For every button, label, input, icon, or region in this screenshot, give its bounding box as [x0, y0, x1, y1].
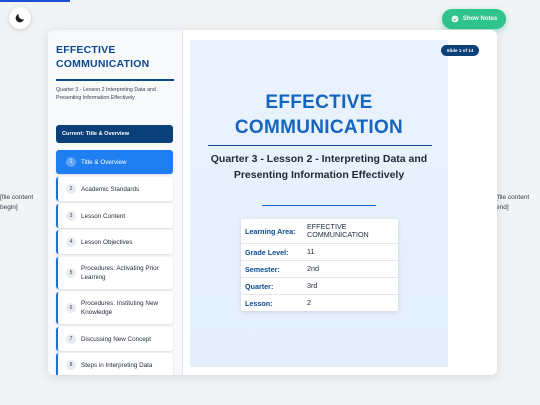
- show-notes-label: Show Notes: [462, 16, 498, 22]
- sidebar-item-title-overview[interactable]: 1 Title & Overview: [56, 150, 173, 174]
- nav-number: 4: [66, 237, 76, 247]
- nav-label: Title & Overview: [81, 158, 127, 166]
- info-value: EFFECTIVE COMMUNICATION: [307, 222, 369, 239]
- theme-toggle-button[interactable]: [9, 7, 31, 29]
- table-row: Learning Area: EFFECTIVE COMMUNICATION: [241, 219, 398, 244]
- table-row: Semester: 2nd: [241, 261, 398, 278]
- nav-label: Steps in Interpreting Data: [81, 361, 153, 369]
- info-value: 2: [307, 298, 311, 307]
- info-value: 3rd: [307, 281, 318, 290]
- file-content-end-marker: [file content end]: [496, 194, 530, 211]
- nav-label: Academic Standards: [81, 185, 140, 193]
- nav-number: 2: [66, 184, 76, 194]
- sidebar-divider: [56, 79, 174, 81]
- slide-subtitle-divider: [262, 205, 376, 206]
- info-key: Quarter:: [245, 281, 274, 291]
- sidebar-item-academic-standards[interactable]: 2 Academic Standards: [56, 177, 173, 201]
- table-row: Quarter: 3rd: [241, 278, 398, 295]
- slide-canvas: Slide 1 of 14 EFFECTIVE COMMUNICATION Qu…: [190, 40, 479, 367]
- nav-number: 1: [66, 157, 76, 167]
- file-content-begin-marker: [file content begin]: [0, 194, 34, 211]
- check-circle-icon: [451, 15, 459, 23]
- nav-number: 8: [66, 360, 76, 370]
- table-row: Lesson: 2: [241, 295, 398, 311]
- sidebar-subtitle: Quarter 3 - Lesson 2 Interpreting Data a…: [56, 87, 156, 101]
- nav-label: Procedures: Activating Prior Learning: [81, 265, 159, 281]
- nav-label: Lesson Content: [81, 212, 126, 220]
- moon-icon: [15, 14, 24, 23]
- info-key: Grade Level:: [245, 247, 289, 257]
- sidebar-item-lesson-objectives[interactable]: 4 Lesson Objectives: [56, 230, 173, 254]
- slide-subtitle: Quarter 3 - Lesson 2 - Interpreting Data…: [210, 153, 428, 181]
- nav-number: 7: [66, 334, 76, 344]
- sidebar-item-steps-interpreting-data[interactable]: 8 Steps in Interpreting Data: [56, 353, 173, 375]
- slide-title-divider: [208, 145, 432, 146]
- slide-counter-badge: Slide 1 of 14: [441, 45, 479, 56]
- info-value: 2nd: [307, 264, 319, 273]
- nav-number: 5: [66, 268, 76, 278]
- info-value: 11: [307, 247, 315, 256]
- nav-label: Lesson Objectives: [81, 238, 133, 246]
- sidebar-item-lesson-content[interactable]: 3 Lesson Content: [56, 204, 173, 228]
- slide-title: EFFECTIVE COMMUNICATION: [234, 92, 404, 138]
- sidebar-item-activating-prior-learning[interactable]: 5 Procedures: Activating Prior Learning: [56, 257, 173, 289]
- lesson-info-table: Learning Area: EFFECTIVE COMMUNICATION G…: [241, 219, 398, 311]
- info-key: Semester:: [245, 264, 280, 274]
- show-notes-button[interactable]: Show Notes: [442, 9, 506, 29]
- sidebar-item-discussing-new-concept[interactable]: 7 Discussing New Concept: [56, 327, 173, 351]
- current-slide-indicator: Current: Title & Overview: [56, 125, 173, 143]
- sidebar-item-instituting-new-knowledge[interactable]: 6 Procedures: Instituting New Knowledge: [56, 292, 173, 324]
- nav-label: Procedures: Instituting New Knowledge: [81, 300, 158, 316]
- nav-label: Discussing New Concept: [81, 335, 151, 343]
- info-key: Learning Area:: [245, 226, 296, 236]
- info-key: Lesson:: [245, 298, 273, 308]
- top-accent-bar: [0, 0, 70, 2]
- table-row: Grade Level: 11: [241, 244, 398, 261]
- sidebar-title: EFFECTIVE COMMUNICATION: [56, 44, 150, 70]
- slide-navigation-sidebar: EFFECTIVE COMMUNICATION Quarter 3 - Less…: [48, 30, 183, 375]
- nav-number: 6: [66, 303, 76, 313]
- presentation-card: EFFECTIVE COMMUNICATION Quarter 3 - Less…: [48, 30, 497, 375]
- nav-number: 3: [66, 211, 76, 221]
